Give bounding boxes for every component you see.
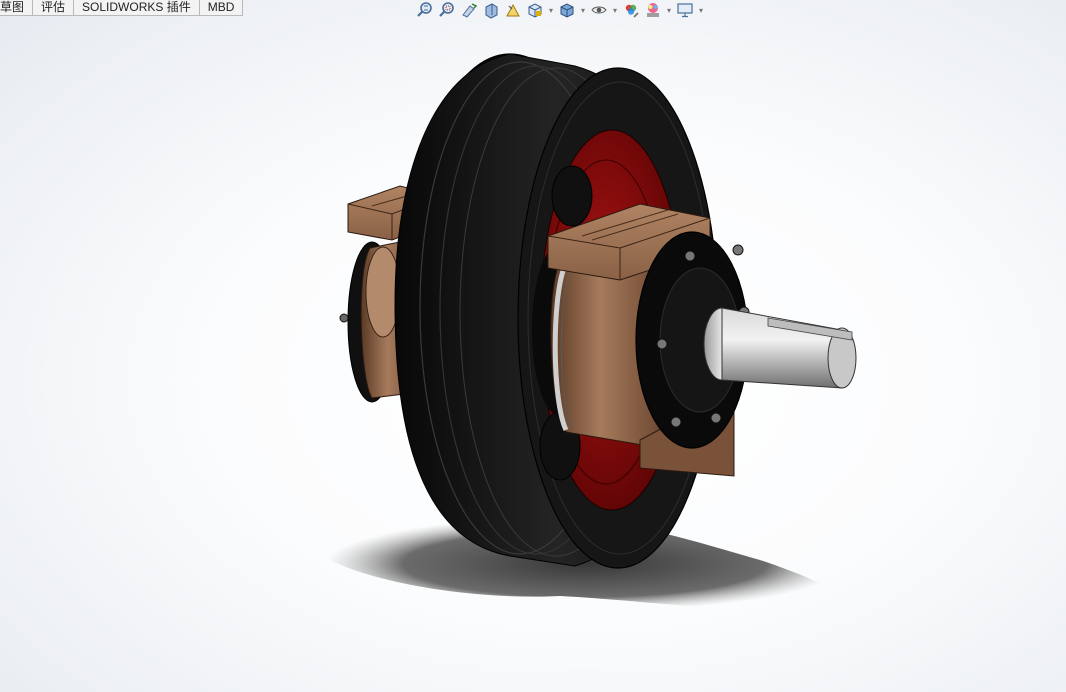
tab-mbd[interactable]: MBD xyxy=(200,0,244,15)
cap-bolt-3 xyxy=(656,338,668,350)
rear-bolt xyxy=(339,313,349,323)
cap-bolt-1 xyxy=(732,244,744,256)
graphics-viewport[interactable] xyxy=(0,16,1066,692)
tab-evaluate[interactable]: 评估 xyxy=(33,0,75,15)
wheel-assembly-model xyxy=(325,53,857,612)
tab-sketch[interactable]: 草图 xyxy=(0,0,34,15)
lightening-hole-top xyxy=(551,165,593,227)
cap-bolt-2 xyxy=(684,250,696,262)
cap-bolt-5 xyxy=(710,412,722,424)
command-manager-tabs: 草图 评估 SOLIDWORKS 插件 MBD xyxy=(0,0,244,16)
cap-bolt-4 xyxy=(670,416,682,428)
tab-solidworks-addins[interactable]: SOLIDWORKS 插件 xyxy=(74,0,200,15)
